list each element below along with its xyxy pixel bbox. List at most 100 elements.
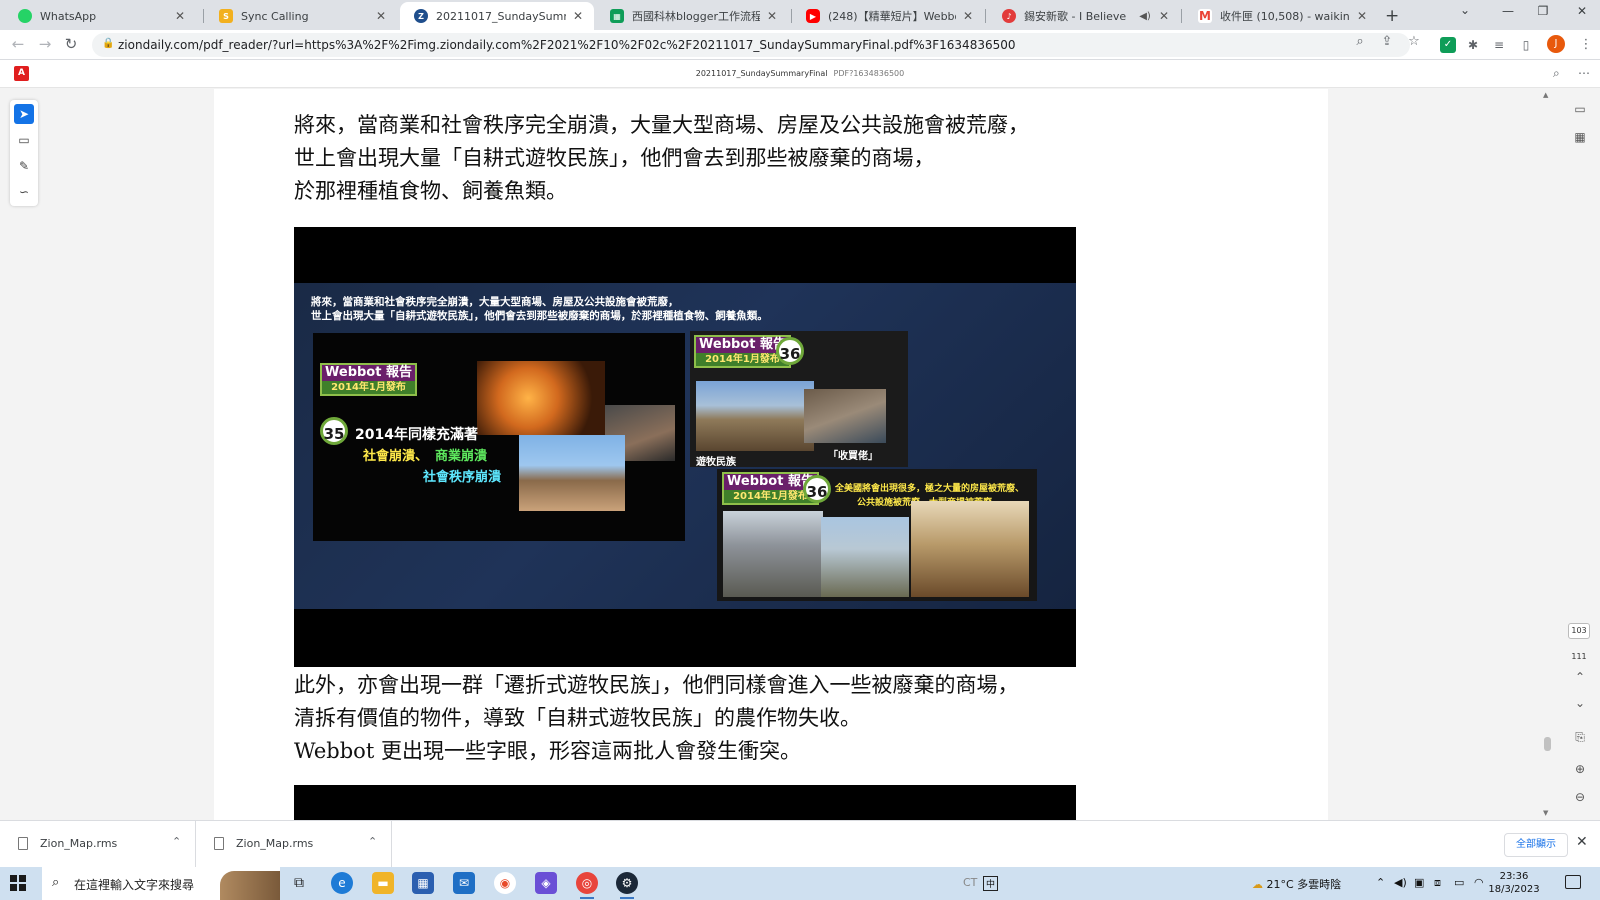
next-page-icon[interactable]: ⌄: [1570, 696, 1590, 710]
mail-icon[interactable]: ✉: [453, 872, 475, 894]
lock-icon[interactable]: 🔒: [102, 38, 114, 49]
close-icon[interactable]: ✕: [1354, 9, 1370, 23]
zoom-out-icon[interactable]: ⊖: [1570, 790, 1590, 804]
extensions-puzzle-icon[interactable]: ✱: [1465, 37, 1481, 53]
badge-title: Webbot 報告: [699, 337, 786, 352]
forward-button[interactable]: →: [35, 35, 55, 53]
steam-icon[interactable]: ⚙: [616, 872, 638, 899]
tab-whatsapp[interactable]: WhatsApp ✕: [4, 2, 196, 30]
store-icon[interactable]: ▦: [412, 872, 434, 894]
slide-panel-36-abandoned: Webbot 報告 2014年1月發布 36 全美國將會出現很多，極之大量的房屋…: [717, 469, 1037, 601]
partly-cloudy-icon: ☁: [1252, 878, 1263, 891]
restore-button[interactable]: ❐: [1533, 4, 1553, 18]
highlight-pen-icon[interactable]: ✎: [14, 156, 34, 176]
chrome-icon[interactable]: ◎: [576, 872, 598, 899]
panel-text: 社會秩序崩潰: [423, 470, 502, 485]
bookmark-star-icon[interactable]: ☆: [1406, 34, 1422, 49]
tab-youtube[interactable]: ▶ (248)【精華短片】Webbot 預 ✕: [792, 2, 984, 30]
browser-menu-icon[interactable]: ⋮: [1578, 37, 1594, 53]
task-view-icon[interactable]: ⧉: [288, 872, 310, 894]
edge-icon[interactable]: e: [331, 872, 353, 894]
minimize-button[interactable]: —: [1498, 4, 1518, 18]
tab-strip: WhatsApp ✕ S Sync Calling ✕ Z 20211017_S…: [0, 0, 1600, 30]
address-bar[interactable]: 🔒 ziondaily.com/pdf_reader/?url=https%3A…: [92, 33, 1410, 57]
show-all-downloads-button[interactable]: 全部顯示: [1504, 833, 1568, 857]
page-fit-icon[interactable]: ⎘: [1570, 730, 1590, 745]
close-icon[interactable]: ✕: [172, 9, 188, 23]
chevron-up-icon[interactable]: ⌃: [172, 835, 181, 848]
close-icon[interactable]: ✕: [1156, 9, 1172, 23]
camera-app-icon[interactable]: ◉: [494, 872, 516, 894]
previous-page-icon[interactable]: ⌃: [1570, 670, 1590, 684]
tab-zion-song[interactable]: ♪ 錫安新歌 - I Believe ◀) ✕: [988, 2, 1180, 30]
scroll-down-arrow-icon[interactable]: ▼: [1543, 809, 1548, 817]
close-icon[interactable]: ✕: [764, 9, 780, 23]
weather-widget[interactable]: ☁ 21°C 多雲時陰: [1252, 876, 1341, 892]
share-icon[interactable]: ⇪: [1379, 34, 1395, 49]
speaker-icon[interactable]: ◀): [1394, 876, 1407, 889]
sync-calling-icon: S: [219, 9, 233, 23]
back-button[interactable]: ←: [8, 35, 28, 53]
taskbar-clock[interactable]: 23:36 18/3/2023: [1482, 870, 1546, 896]
checkmark-extension-icon[interactable]: ✓: [1440, 37, 1456, 53]
scrap-collector-photo: [804, 389, 886, 443]
close-shelf-icon[interactable]: ✕: [1576, 834, 1588, 850]
new-tab-button[interactable]: +: [1385, 6, 1399, 26]
pdf-title: 20211017_SundaySummaryFinal PDF?163483650…: [0, 69, 1600, 78]
side-panel-icon[interactable]: ▯: [1518, 37, 1534, 53]
media-control-icon[interactable]: ≡: [1491, 37, 1507, 53]
annotation-toolbar: ➤ ▭ ✎ ∽: [10, 100, 38, 206]
scroll-thumb[interactable]: [1544, 737, 1551, 751]
select-cursor-icon[interactable]: ➤: [14, 104, 34, 124]
pdf-filename: 20211017_SundaySummaryFinal: [695, 69, 828, 78]
pdf-query: PDF?1634836500: [833, 69, 905, 78]
tab-title: 20211017_SundaySummaryFi: [436, 9, 566, 23]
close-icon[interactable]: ✕: [570, 9, 586, 23]
text-line: 將來，當商業和社會秩序完全崩潰，大量大型商場、房屋及公共設施會被荒廢，: [294, 113, 1029, 137]
page-scrollbar[interactable]: ▲ ▼: [1540, 89, 1555, 820]
notification-center-icon[interactable]: [1565, 875, 1581, 889]
taskbar-search-placeholder: 在這裡輸入文字來搜尋: [74, 878, 195, 892]
window-close-button[interactable]: ✕: [1572, 4, 1592, 18]
slide-panel-36-nomads: Webbot 報告 2014年1月發布 36 遊牧民族 「收買佬」: [690, 331, 908, 468]
ime-indicator[interactable]: 中: [983, 876, 999, 891]
tab-sheets[interactable]: ▦ 西國科林blogger工作流程 - Go ✕: [596, 2, 788, 30]
meet-now-icon[interactable]: ▣: [1414, 876, 1424, 889]
close-icon[interactable]: ✕: [373, 9, 389, 23]
zoom-icon[interactable]: ⌕: [1352, 34, 1368, 49]
tab-search-icon[interactable]: ⌄: [1455, 3, 1475, 17]
tab-gmail[interactable]: M 收件匣 (10,508) - waikincheng ✕: [1184, 2, 1378, 30]
close-icon[interactable]: ✕: [960, 9, 976, 23]
profile-avatar[interactable]: J: [1547, 35, 1565, 53]
file-icon: [18, 837, 28, 850]
reload-button[interactable]: ↻: [61, 35, 81, 53]
battery-icon[interactable]: ▭: [1454, 876, 1464, 889]
download-item[interactable]: Zion_Map.rms ⌃: [196, 821, 392, 868]
slide-number-badge: 36: [776, 337, 804, 365]
page-number-input[interactable]: 103: [1568, 623, 1590, 639]
file-icon: [214, 837, 224, 850]
windows-start-icon[interactable]: [10, 875, 26, 891]
scroll-up-arrow-icon[interactable]: ▲: [1543, 91, 1548, 99]
thumbnails-icon[interactable]: ▦: [1570, 130, 1590, 144]
tray-chevron-up-icon[interactable]: ⌃: [1376, 876, 1385, 889]
text-line: 世上會出現大量「自耕式遊牧民族」，他們會去到那些被廢棄的商場，: [294, 146, 935, 170]
paragraph-1: 將來，當商業和社會秩序完全崩潰，大量大型商場、房屋及公共設施會被荒廢， 世上會出…: [294, 109, 1029, 208]
comments-panel-icon[interactable]: ▭: [1570, 102, 1590, 116]
chevron-up-icon[interactable]: ⌃: [368, 835, 377, 848]
abandoned-building-photo: [723, 511, 823, 597]
speaker-icon[interactable]: ◀): [1138, 11, 1152, 22]
pdf-more-icon[interactable]: ⋯: [1578, 66, 1590, 80]
download-item[interactable]: Zion_Map.rms ⌃: [0, 821, 196, 868]
slide-number-badge: 35: [320, 417, 348, 445]
file-explorer-icon[interactable]: ▬: [372, 872, 394, 894]
tab-sync-calling[interactable]: S Sync Calling ✕: [205, 2, 397, 30]
draw-freehand-icon[interactable]: ∽: [14, 182, 34, 202]
zoom-in-icon[interactable]: ⊕: [1570, 762, 1590, 776]
paint-app-icon[interactable]: ◈: [535, 872, 557, 894]
display-icon[interactable]: ⧈: [1434, 876, 1441, 890]
taskbar-search-box[interactable]: ⌕ 在這裡輸入文字來搜尋: [42, 867, 280, 900]
tab-sundaysummary[interactable]: Z 20211017_SundaySummaryFi ✕: [400, 2, 594, 30]
pdf-search-icon[interactable]: ⌕: [1553, 66, 1560, 81]
add-comment-icon[interactable]: ▭: [14, 130, 34, 150]
